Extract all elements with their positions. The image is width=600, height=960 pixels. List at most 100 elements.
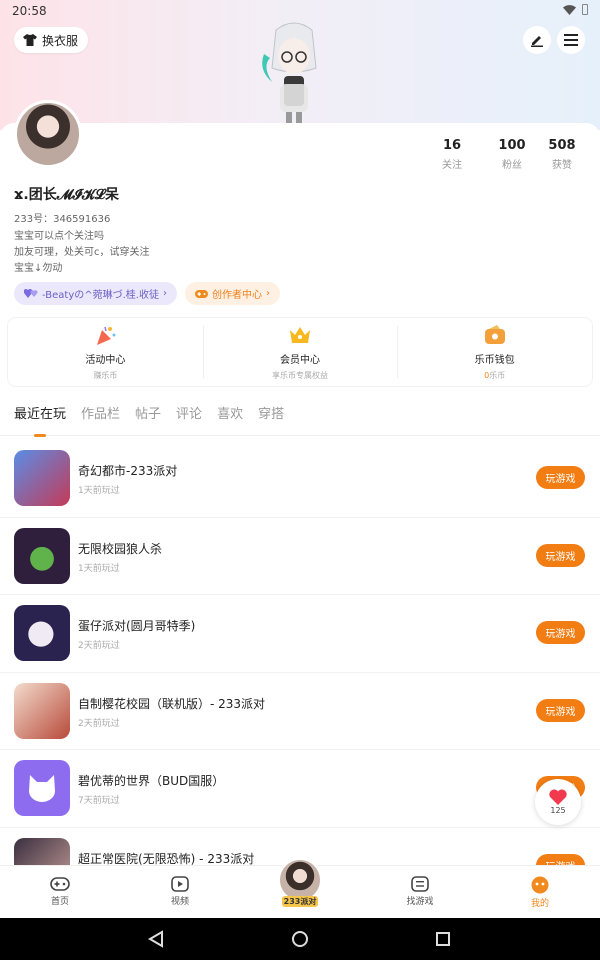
recent-games-list: 奇幻都市-233派对 1天前玩过 玩游戏 无限校园狼人杀 1天前玩过 玩游戏 蛋… (0, 440, 600, 905)
nav-label: 视频 (170, 897, 189, 907)
status-time: 20:58 (12, 4, 47, 18)
wallet-title: 乐币钱包 (474, 355, 515, 366)
profile-tags: -Beatyの^菀琳づ.桂.收徒 › 创作者中心 › (14, 282, 280, 305)
gamepad-icon (50, 877, 70, 891)
stat-num: 16 (442, 138, 462, 153)
game-title: 无限校园狼人杀 (78, 541, 163, 556)
game-last-played: 2天前玩过 (78, 641, 120, 651)
battery-icon (582, 4, 588, 15)
cat-face-icon (29, 775, 55, 802)
game-icon (14, 527, 70, 584)
user-name: ϫ.团长𝓜𝓘𝓚𝓛呆 (14, 187, 120, 203)
back-icon[interactable] (148, 930, 163, 948)
stat-likes[interactable]: 508 获赞 (542, 138, 582, 171)
wifi-icon (563, 5, 576, 15)
profile-stats: 16 关注 100 粉丝 508 获赞 (422, 138, 582, 171)
nav-label: 我的 (530, 899, 549, 909)
tab-recently-played[interactable]: 最近在玩 (14, 404, 66, 437)
hearts-icon (24, 289, 38, 298)
game-icon (14, 605, 70, 661)
menu-button[interactable] (557, 26, 585, 54)
stat-label: 粉丝 (502, 160, 522, 171)
change-outfit-button[interactable]: 换衣服 (14, 27, 89, 53)
game-title: 碧优蒂的世界（BUD国服） (78, 774, 225, 788)
wallet-button[interactable]: 乐币钱包 0乐币 (397, 318, 592, 386)
creator-center-label: 创作者中心 (211, 290, 262, 301)
like-count: 125 (550, 806, 566, 815)
game-icon (14, 760, 70, 816)
nav-label: 首页 (50, 897, 69, 907)
party-popper-icon (97, 326, 116, 345)
nav-label: 找游戏 (406, 897, 434, 907)
pencil-icon (531, 36, 543, 47)
game-title: 奇幻都市-233派对 (78, 464, 178, 478)
wallet-unit: 乐币 (489, 371, 506, 380)
play-button[interactable]: 玩游戏 (536, 543, 585, 567)
3d-avatar-figure[interactable] (258, 20, 330, 124)
bio-line: 加友可理，处关可c，试穿关注 (14, 247, 150, 258)
stat-num: 100 (498, 138, 526, 153)
game-last-played: 2天前玩过 (78, 718, 120, 729)
like-float-button[interactable]: 125 (535, 779, 581, 825)
activity-center-button[interactable]: 活动中心 赚乐币 (8, 318, 203, 386)
family-tag-label: -Beatyの^菀琳づ.桂.收徒 (42, 290, 159, 301)
wallet-icon (484, 325, 505, 344)
list-item[interactable]: 碧优蒂的世界（BUD国服） 7天前玩过 玩游戏 (0, 750, 600, 828)
tab-comments[interactable]: 评论 (176, 404, 202, 436)
nav-video[interactable]: 视频 (120, 866, 240, 918)
bio-line: 宝宝↓勿动 (14, 263, 63, 274)
tab-works[interactable]: 作品栏 (81, 404, 120, 436)
avatar[interactable] (14, 100, 82, 168)
tab-likes[interactable]: 喜欢 (217, 404, 243, 436)
game-title: 超正常医院(无限恐怖) - 233派对 (78, 851, 255, 866)
stat-following[interactable]: 16 关注 (422, 138, 482, 171)
change-outfit-label: 换衣服 (42, 33, 79, 48)
activity-center-title: 活动中心 (85, 355, 126, 366)
edit-button[interactable] (523, 26, 551, 54)
play-button[interactable]: 玩游戏 (536, 466, 585, 489)
game-icon (14, 682, 70, 739)
list-icon (411, 876, 429, 892)
stat-label: 关注 (442, 160, 462, 171)
list-item[interactable]: 蛋仔派对(圆月哥特季) 2天前玩过 玩游戏 (0, 595, 600, 673)
play-icon (171, 876, 189, 892)
list-item[interactable]: 奇幻都市-233派对 1天前玩过 玩游戏 (0, 440, 600, 518)
list-item[interactable]: 自制樱花校园（联机版）- 233派对 2天前玩过 玩游戏 (0, 673, 600, 750)
stat-label: 获赞 (552, 160, 572, 171)
face-icon (531, 876, 549, 894)
list-item[interactable]: 无限校园狼人杀 1天前玩过 玩游戏 (0, 518, 600, 595)
home-icon[interactable] (292, 931, 308, 947)
game-title: 自制樱花校园（联机版）- 233派对 (78, 696, 266, 711)
crown-icon (290, 327, 310, 343)
play-button[interactable]: 玩游戏 (536, 621, 585, 644)
user-bio: 宝宝可以点个关注吗 加友可理，处关可c，试穿关注 宝宝↓勿动 (14, 229, 150, 277)
hamburger-icon (564, 34, 578, 46)
system-nav-icons (148, 930, 450, 948)
game-last-played: 1天前玩过 (78, 563, 120, 574)
bio-line: 宝宝可以点个关注吗 (14, 231, 104, 242)
nav-mine[interactable]: 我的 (480, 866, 600, 918)
status-bar: 20:58 (0, 0, 600, 22)
nav-home[interactable]: 首页 (0, 866, 120, 918)
chevron-right-icon: › (265, 288, 270, 299)
play-button[interactable]: 玩游戏 (536, 698, 585, 722)
family-tag[interactable]: -Beatyの^菀琳づ.桂.收徒 › (14, 282, 177, 305)
stat-num: 508 (548, 138, 576, 153)
member-center-sub: 享乐币专属权益 (272, 371, 328, 380)
quick-actions: 活动中心 赚乐币 会员中心 享乐币专属权益 乐币钱包 0乐币 (8, 318, 592, 386)
activity-center-sub: 赚乐币 (93, 371, 118, 380)
tab-posts[interactable]: 帖子 (135, 404, 161, 436)
recents-icon[interactable] (436, 932, 450, 946)
game-last-played: 1天前玩过 (78, 486, 120, 496)
party-label: 233派对 (282, 896, 318, 907)
tab-outfits[interactable]: 穿搭 (258, 404, 284, 436)
chevron-right-icon: › (162, 288, 167, 299)
game-last-played: 7天前玩过 (78, 796, 120, 806)
stat-followers[interactable]: 100 粉丝 (482, 138, 542, 171)
nav-find-games[interactable]: 找游戏 (360, 866, 480, 918)
shirt-icon (23, 34, 37, 46)
member-center-button[interactable]: 会员中心 享乐币专属权益 (202, 318, 398, 386)
game-icon (14, 450, 70, 506)
game-title: 蛋仔派对(圆月哥特季) (78, 619, 196, 633)
creator-center-tag[interactable]: 创作者中心 › (184, 282, 280, 305)
